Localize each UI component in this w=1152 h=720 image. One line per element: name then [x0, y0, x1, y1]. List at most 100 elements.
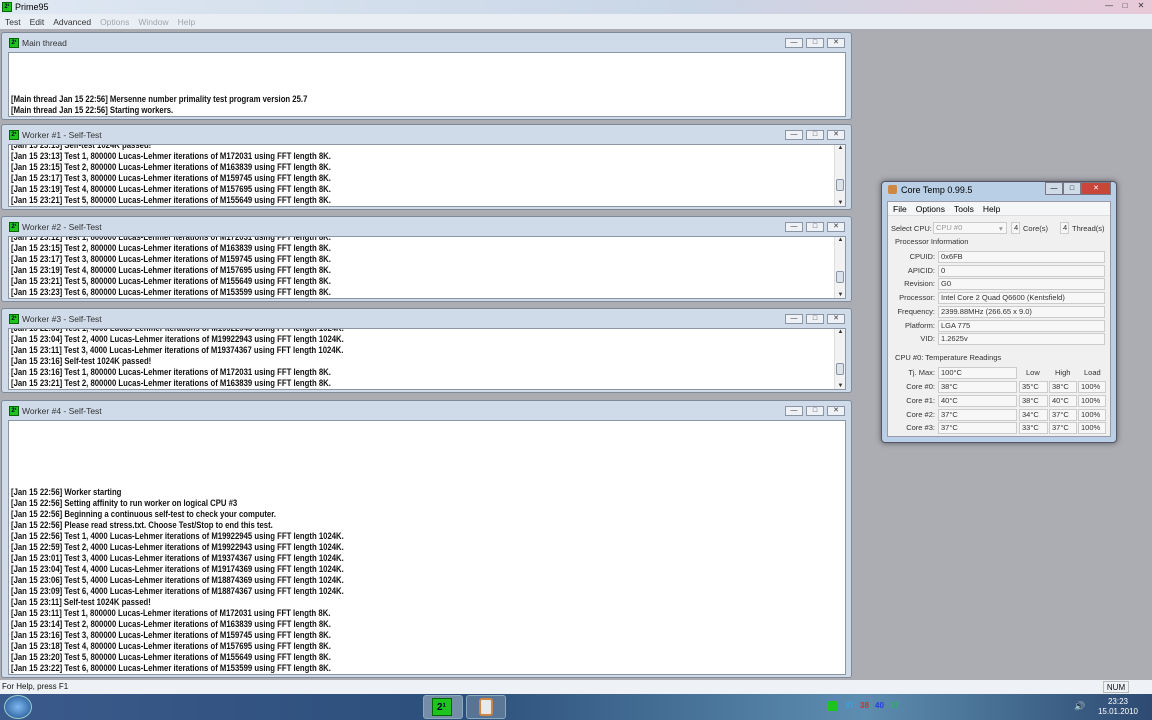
tjmax-label: Tj. Max:	[908, 368, 935, 377]
log-line: [Jan 15 23:06] Test 5, 4000 Lucas-Lehmer…	[11, 575, 344, 585]
tray-coretemp-icon[interactable]	[827, 701, 837, 711]
scroll-up-arrow-icon[interactable]: ▲	[835, 329, 845, 335]
tray-core-temp-0[interactable]: 37	[845, 701, 854, 710]
taskbar: 2¹ 37 38 40 37 🔊 23:23 15.01.2010	[0, 694, 1152, 720]
vertical-scrollbar[interactable]: ▲ ▼	[834, 329, 845, 389]
info-value: G0	[938, 278, 1105, 291]
maximize-button[interactable]: □	[806, 314, 824, 324]
scroll-down-arrow-icon[interactable]: ▼	[835, 292, 845, 298]
child-window-title: Worker #2 - Self-Test	[22, 221, 102, 232]
app-titlebar: 2¹ Prime95 — □ ✕	[0, 0, 1152, 14]
log-lines: [Jan 15 22:56] Worker starting [Jan 15 22…	[11, 487, 718, 674]
prime95-icon: 2¹	[9, 221, 19, 232]
threads-label: Thread(s)	[1072, 224, 1105, 233]
close-button[interactable]: ✕	[827, 314, 845, 324]
info-value: 0	[938, 264, 1105, 277]
close-button[interactable]: ✕	[827, 222, 845, 232]
menu-options[interactable]: Options	[100, 17, 129, 27]
maximize-button[interactable]: □	[1118, 0, 1132, 11]
child-window-0: 2¹ Main thread — □ ✕ [Main thread Jan 15 22:5…	[1, 32, 852, 120]
child-window-titlebar: 2¹ Worker #2 - Self-Test	[2, 217, 102, 236]
log-line: [Jan 15 23:23] Test 6, 800000 Lucas-Lehm…	[11, 287, 331, 297]
maximize-button[interactable]: □	[1063, 182, 1081, 195]
column-header-high: High	[1055, 368, 1071, 377]
scroll-up-arrow-icon[interactable]: ▲	[835, 237, 845, 243]
menu-bar: Test Edit Advanced Options Window Help	[0, 14, 1152, 29]
select-cpu-dropdown[interactable]: CPU #0	[933, 222, 1007, 234]
info-label: APICID:	[907, 265, 935, 275]
close-button[interactable]: ✕	[827, 406, 845, 416]
tray-core-temp-2[interactable]: 40	[875, 701, 884, 710]
info-label: CPUID:	[909, 252, 935, 261]
info-label: Platform:	[904, 320, 935, 330]
minimize-button[interactable]: —	[1102, 0, 1116, 11]
start-button[interactable]	[4, 695, 32, 719]
tray-core-temp-3[interactable]: 37	[890, 701, 899, 710]
scroll-thumb[interactable]	[836, 179, 844, 191]
maximize-button[interactable]: □	[806, 130, 824, 140]
minimize-button[interactable]: —	[785, 38, 803, 48]
scroll-down-arrow-icon[interactable]: ▼	[835, 200, 845, 206]
maximize-button[interactable]: □	[806, 406, 824, 416]
menu-test[interactable]: Test	[5, 17, 21, 27]
maximize-button[interactable]: □	[806, 222, 824, 232]
scroll-up-arrow-icon[interactable]: ▲	[835, 145, 845, 151]
info-value: 1.2625v	[938, 333, 1105, 346]
core-temp: 40°C	[938, 394, 1017, 407]
chevron-down-icon[interactable]: ▾	[999, 224, 1003, 233]
coretemp-title: Core Temp 0.99.5	[901, 184, 973, 195]
log-lines: [Jan 15 23:12] Test 1, 800000 Lucas-Lehm…	[11, 237, 718, 298]
minimize-button[interactable]: —	[785, 222, 803, 232]
scroll-thumb[interactable]	[836, 271, 844, 283]
minimize-button[interactable]: —	[785, 130, 803, 140]
close-button[interactable]: ✕	[1134, 0, 1148, 11]
child-window-2: 2¹ Worker #2 - Self-Test — □ ✕ [Jan 15 23:12]…	[1, 216, 852, 302]
core-low: 38°C	[1019, 394, 1048, 407]
log-line: [Jan 15 23:14] Test 2, 800000 Lucas-Lehm…	[11, 619, 331, 629]
ct-menu-options[interactable]: Options	[916, 204, 945, 214]
scroll-thumb[interactable]	[836, 363, 844, 375]
maximize-button[interactable]: □	[806, 38, 824, 48]
info-label: VID:	[920, 334, 935, 344]
close-button[interactable]: ✕	[827, 130, 845, 140]
ct-menu-file[interactable]: File	[893, 204, 907, 214]
menu-advanced[interactable]: Advanced	[53, 17, 91, 27]
minimize-button[interactable]: —	[1045, 182, 1063, 195]
core-low: 34°C	[1019, 408, 1048, 421]
prime95-icon: 2¹	[9, 405, 19, 416]
prime95-icon: 2¹	[431, 698, 452, 716]
vertical-scrollbar[interactable]: ▲ ▼	[834, 145, 845, 206]
clock[interactable]: 23:23 15.01.2010	[1098, 697, 1138, 717]
minimize-button[interactable]: —	[785, 406, 803, 416]
log-line: [Jan 15 23:20] Test 5, 800000 Lucas-Lehm…	[11, 652, 331, 662]
ct-menu-help[interactable]: Help	[983, 204, 1000, 214]
prime95-icon: 2¹	[9, 129, 19, 140]
clock-time: 23:23	[1107, 697, 1128, 706]
close-button[interactable]: ✕	[827, 38, 845, 48]
menu-window[interactable]: Window	[138, 17, 168, 27]
minimize-button[interactable]: —	[785, 314, 803, 324]
scroll-down-arrow-icon[interactable]: ▼	[835, 383, 845, 389]
core-low: 33°C	[1019, 422, 1048, 435]
clock-date: 15.01.2010	[1097, 707, 1138, 716]
info-value: 0x6FB	[938, 251, 1105, 263]
taskbar-coretemp[interactable]	[466, 695, 506, 719]
log-line: [Jan 15 23:21] Test 2, 800000 Lucas-Lehm…	[11, 378, 331, 388]
close-button[interactable]: ✕	[1081, 182, 1111, 195]
ct-menu-tools[interactable]: Tools	[954, 204, 974, 214]
log-line: [Main thread Jan 15 22:56] Starting work…	[11, 105, 174, 115]
thermometer-icon	[888, 185, 897, 194]
vertical-scrollbar[interactable]: ▲ ▼	[834, 237, 845, 298]
volume-icon[interactable]: 🔊	[1074, 701, 1085, 712]
log-line: [Jan 15 23:04] Test 2, 4000 Lucas-Lehmer…	[11, 334, 344, 344]
log-lines: [Main thread Jan 15 22:56] Mersenne numb…	[11, 94, 718, 116]
log-line: [Jan 15 22:56] Beginning a continuous se…	[11, 509, 276, 519]
log-line: [Jan 15 22:56] Test 1, 4000 Lucas-Lehmer…	[11, 531, 344, 541]
core-label: Core #0:	[906, 382, 935, 391]
log-output: [Jan 15 22:56] Worker starting [Jan 15 22…	[8, 420, 846, 675]
menu-help[interactable]: Help	[178, 17, 195, 27]
menu-edit[interactable]: Edit	[30, 17, 45, 27]
tray-core-temp-1[interactable]: 38	[860, 701, 869, 710]
status-help: For Help, press F1	[2, 682, 69, 691]
taskbar-prime95[interactable]: 2¹	[423, 695, 463, 719]
